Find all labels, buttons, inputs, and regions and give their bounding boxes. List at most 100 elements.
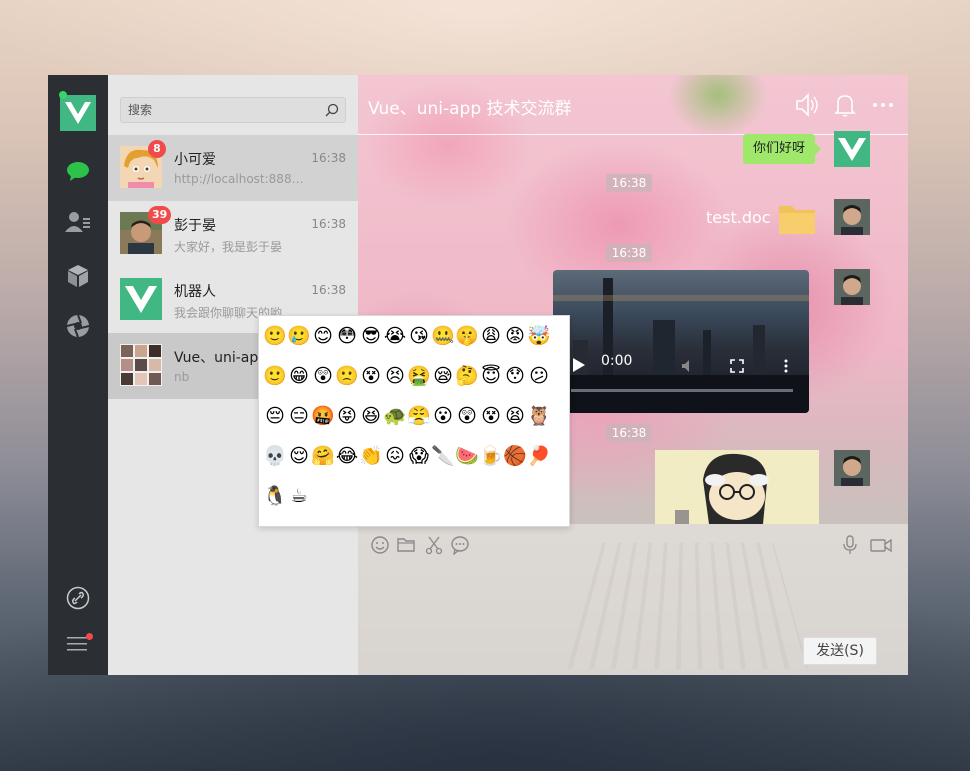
emoji-item[interactable]: 🙁 [335,360,359,400]
link-icon[interactable] [65,585,91,611]
conversation-item[interactable]: 39 彭于晏 16:38 大家好，我是彭于晏 [108,201,358,267]
emoji-item[interactable]: 🍉 [455,440,479,480]
emoji-item[interactable]: 🙂 [263,360,287,400]
emoji-item[interactable]: 🥲 [287,320,311,360]
emoji-item[interactable]: 🤯 [527,320,551,360]
video-call-icon[interactable] [870,535,892,555]
emoji-item[interactable]: 🙂 [263,320,287,360]
emoji-item[interactable]: 😩 [479,320,503,360]
unread-badge: 8 [148,140,166,158]
emoji-picker: 🙂 🥲 😊 😳 😎 😭 😘 🤐 🤫 😩 😡 🤯 🙂 😁 😲 🙁 😵 😣 🤮 😪 🤔 😇 😯 😕 😔 😑 🤬 😝 😆 🐢 😤 😮 😲 😵 😫 🦉 💀 😌 🤗 😂… [258,315,570,527]
chat-title: Vue、uni-app 技术交流群 [368,99,572,119]
emoji-item[interactable]: 🤐 [431,320,455,360]
emoji-item[interactable]: 😆 [359,400,383,440]
file-name[interactable]: test.doc [706,208,771,227]
emoji-item[interactable]: 💀 [263,440,287,480]
nav-sidebar [48,75,108,675]
mute-icon[interactable] [794,92,820,118]
emoji-item[interactable]: 🤫 [455,320,479,360]
emoji-item[interactable]: 😫 [503,400,527,440]
emoji-item[interactable]: 😇 [479,360,503,400]
online-status-dot [59,91,67,99]
time-divider: 16:38 [606,244,652,262]
emoji-item[interactable]: 😑 [287,400,311,440]
emoji-item[interactable]: 😲 [455,400,479,440]
emoji-item[interactable]: 😪 [431,360,455,400]
avatar [834,450,870,486]
chat-icon[interactable] [65,159,91,185]
emoji-item[interactable]: 😮 [431,400,455,440]
emoji-item[interactable]: 😣 [383,360,407,400]
message-time: 16:38 [311,151,346,165]
emoji-item[interactable]: 🤮 [407,360,431,400]
search-icon[interactable] [325,103,339,117]
avatar [834,131,870,167]
emoji-item[interactable]: 👏 [359,440,383,480]
search-input[interactable]: 搜索 [120,97,346,123]
emoji-item[interactable]: 🏓 [527,440,551,480]
contact-name: 彭于晏 [174,218,216,234]
unread-badge: 39 [148,206,172,224]
send-button[interactable]: 发送(S) [803,637,877,665]
video-player[interactable]: 0:00 [553,270,809,413]
emoji-item[interactable]: 🐧 [263,480,287,520]
emoji-item[interactable]: ☕ [287,480,311,520]
bell-icon[interactable] [832,92,858,118]
emoji-item[interactable]: 😯 [503,360,527,400]
folder-icon[interactable] [396,535,416,555]
video-time: 0:00 [601,353,633,369]
emoji-item[interactable]: 😲 [311,360,335,400]
chat-bubble-icon[interactable] [450,535,470,555]
contact-name: 机器人 [174,284,216,300]
emoji-item[interactable]: 😳 [335,320,359,360]
emoji-item[interactable]: 😕 [527,360,551,400]
search-placeholder: 搜索 [128,103,153,117]
emoji-item[interactable]: 🏀 [503,440,527,480]
group-avatar [120,344,162,386]
time-divider: 16:38 [606,424,652,442]
emoji-item[interactable]: 🤔 [455,360,479,400]
emoji-icon[interactable] [370,535,390,555]
volume-icon[interactable] [681,359,695,373]
emoji-item[interactable]: 🍺 [479,440,503,480]
sticker-image[interactable] [655,450,819,524]
play-icon[interactable] [571,358,585,372]
emoji-item[interactable]: 😔 [263,400,287,440]
emoji-item[interactable]: 🤬 [311,400,335,440]
microphone-icon[interactable] [840,535,860,555]
folder-icon[interactable] [779,202,815,234]
emoji-item[interactable]: 🐢 [383,400,407,440]
aperture-icon[interactable] [65,313,91,339]
emoji-item[interactable]: 😱 [407,440,431,480]
cube-icon[interactable] [65,263,91,289]
emoji-item[interactable]: 😁 [287,360,311,400]
message-time: 16:38 [311,283,346,297]
vue-logo-icon[interactable] [60,95,96,131]
emoji-item[interactable]: 🤗 [311,440,335,480]
emoji-item[interactable]: 😂 [335,440,359,480]
emoji-item[interactable]: 😌 [287,440,311,480]
emoji-item[interactable]: 😵 [479,400,503,440]
emoji-item[interactable]: 😘 [407,320,431,360]
more-icon[interactable] [870,92,896,118]
fullscreen-icon[interactable] [730,359,744,373]
video-more-icon[interactable] [783,359,789,373]
scissors-icon[interactable] [424,535,444,555]
video-progress-track[interactable] [571,389,793,392]
emoji-item[interactable]: 😎 [359,320,383,360]
contacts-icon[interactable] [65,209,91,235]
emoji-item[interactable]: 🔪 [431,440,455,480]
conversation-item[interactable]: 8 小可爱 16:38 http://localhost:8888... [108,135,358,201]
emoji-item[interactable]: 😊 [311,320,335,360]
emoji-item[interactable]: 😵 [359,360,383,400]
emoji-item[interactable]: 😤 [407,400,431,440]
emoji-item[interactable]: 😭 [383,320,407,360]
emoji-item[interactable]: 😖 [383,440,407,480]
contact-name: Vue、uni-app [174,350,268,366]
chat-header: Vue、uni-app 技术交流群 [358,75,908,135]
emoji-item[interactable]: 🦉 [527,400,551,440]
emoji-item[interactable]: 😝 [335,400,359,440]
time-divider: 16:38 [606,174,652,192]
message-input-area[interactable]: 发送(S) [358,524,908,675]
emoji-item[interactable]: 😡 [503,320,527,360]
